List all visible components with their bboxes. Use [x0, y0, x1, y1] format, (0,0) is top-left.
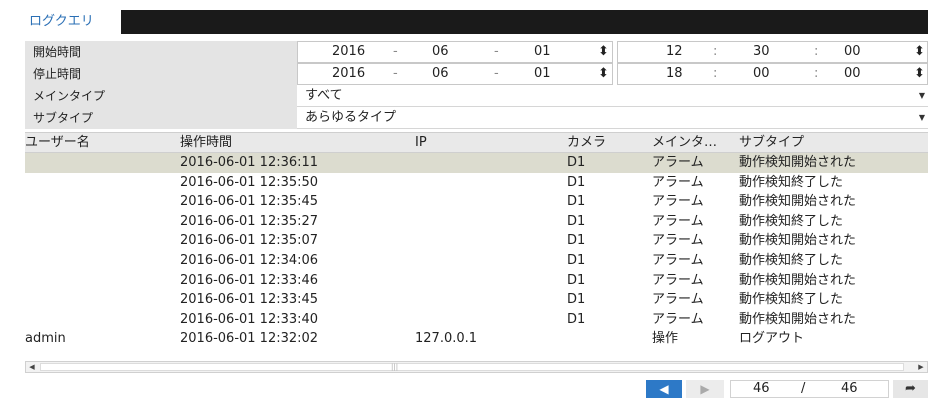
next-page-button[interactable]: ▶ [686, 380, 724, 398]
start-hour[interactable]: 12 [666, 42, 683, 62]
stop-day[interactable]: 01 [534, 64, 551, 84]
table-row[interactable]: 2016-06-01 12:34:06 D1 アラーム 動作検知終了した [25, 251, 928, 271]
stop-time-row: 停止時間 2016 - 06 - 01 ⬍ 18 : 00 : 00 ⬍ [25, 63, 928, 85]
stop-minute[interactable]: 00 [753, 64, 770, 84]
stop-time-label: 停止時間 [25, 63, 297, 85]
table-row[interactable]: 2016-06-01 12:36:11 D1 アラーム 動作検知開始された [25, 153, 928, 173]
start-minute[interactable]: 30 [753, 42, 770, 62]
start-second[interactable]: 00 [844, 42, 861, 62]
header-time[interactable]: 操作時間 [180, 133, 232, 152]
main-type-row: メインタイプ すべて ▼ [25, 85, 928, 107]
header-sub-type[interactable]: サブタイプ [739, 133, 804, 152]
log-table: ユーザー名 操作時間 IP カメラ メインタ… サブタイプ 2016-06-01… [25, 132, 928, 349]
go-page-button[interactable]: ➦ [893, 380, 928, 398]
jump-arrow-icon: ➦ [905, 381, 916, 396]
stop-date-field[interactable]: 2016 - 06 - 01 ⬍ [297, 63, 613, 85]
scroll-left-icon[interactable]: ◀ [26, 362, 38, 372]
table-row[interactable]: 2016-06-01 12:35:50 D1 アラーム 動作検知終了した [25, 173, 928, 193]
header-camera[interactable]: カメラ [567, 133, 606, 152]
start-date-field[interactable]: 2016 - 06 - 01 ⬍ [297, 41, 613, 63]
table-row[interactable]: 2016-06-01 12:35:45 D1 アラーム 動作検知開始された [25, 192, 928, 212]
scrollbar-thumb[interactable]: ||| [40, 363, 904, 371]
header-main-type[interactable]: メインタ… [652, 133, 717, 152]
start-month[interactable]: 06 [432, 42, 449, 62]
tab-log-query[interactable]: ログクエリ [20, 10, 121, 34]
stop-month[interactable]: 06 [432, 64, 449, 84]
page-separator: / [801, 381, 806, 396]
stop-second[interactable]: 00 [844, 64, 861, 84]
table-row[interactable]: 2016-06-01 12:33:45 D1 アラーム 動作検知終了した [25, 290, 928, 310]
scroll-right-icon[interactable]: ▶ [915, 362, 927, 372]
start-clock-field[interactable]: 12 : 30 : 00 ⬍ [617, 41, 928, 63]
spin-arrows-icon[interactable]: ⬍ [598, 42, 609, 62]
sub-type-value: あらゆるタイプ [305, 110, 397, 125]
prev-page-button[interactable]: ◀ [646, 380, 682, 398]
main-type-value: すべて [305, 88, 343, 103]
spin-arrows-icon[interactable]: ⬍ [914, 42, 925, 62]
current-page[interactable]: 46 [753, 381, 770, 397]
sub-type-row: サブタイプ あらゆるタイプ ▼ [25, 107, 928, 129]
arrow-left-icon: ◀ [659, 382, 669, 396]
dropdown-caret-icon[interactable]: ▼ [919, 85, 925, 107]
dropdown-caret-icon[interactable]: ▼ [919, 107, 925, 129]
table-row[interactable]: 2016-06-01 12:33:46 D1 アラーム 動作検知開始された [25, 271, 928, 291]
total-pages: 46 [841, 381, 858, 396]
sub-type-select[interactable]: あらゆるタイプ ▼ [297, 107, 928, 129]
main-type-label: メインタイプ [25, 85, 297, 107]
stop-year[interactable]: 2016 [332, 64, 365, 84]
header-ip[interactable]: IP [415, 133, 427, 152]
main-type-select[interactable]: すべて ▼ [297, 85, 928, 107]
stop-clock-field[interactable]: 18 : 00 : 00 ⬍ [617, 63, 928, 85]
table-row[interactable]: 2016-06-01 12:35:07 D1 アラーム 動作検知開始された [25, 231, 928, 251]
sub-type-label: サブタイプ [25, 107, 297, 129]
header-user[interactable]: ユーザー名 [25, 133, 90, 152]
spin-arrows-icon[interactable]: ⬍ [598, 64, 609, 84]
page-indicator[interactable]: 46 / 46 [730, 380, 889, 398]
horizontal-scrollbar[interactable]: ◀ ||| ▶ [25, 361, 928, 373]
table-row[interactable]: admin 2016-06-01 12:32:02 127.0.0.1 操作 ログアウト [25, 329, 928, 349]
table-row[interactable]: 2016-06-01 12:35:27 D1 アラーム 動作検知終了した [25, 212, 928, 232]
start-time-row: 開始時間 2016 - 06 - 01 ⬍ 12 : 30 : 00 ⬍ [25, 41, 928, 63]
table-header: ユーザー名 操作時間 IP カメラ メインタ… サブタイプ [25, 132, 928, 153]
spin-arrows-icon[interactable]: ⬍ [914, 64, 925, 84]
stop-hour[interactable]: 18 [666, 64, 683, 84]
arrow-right-icon: ▶ [700, 382, 710, 396]
grip-icon: ||| [391, 363, 399, 371]
tab-bar: ログクエリ [20, 10, 928, 34]
table-row[interactable]: 2016-06-01 12:33:40 D1 アラーム 動作検知開始された [25, 310, 928, 330]
start-year[interactable]: 2016 [332, 42, 365, 62]
start-time-label: 開始時間 [25, 41, 297, 63]
start-day[interactable]: 01 [534, 42, 551, 62]
